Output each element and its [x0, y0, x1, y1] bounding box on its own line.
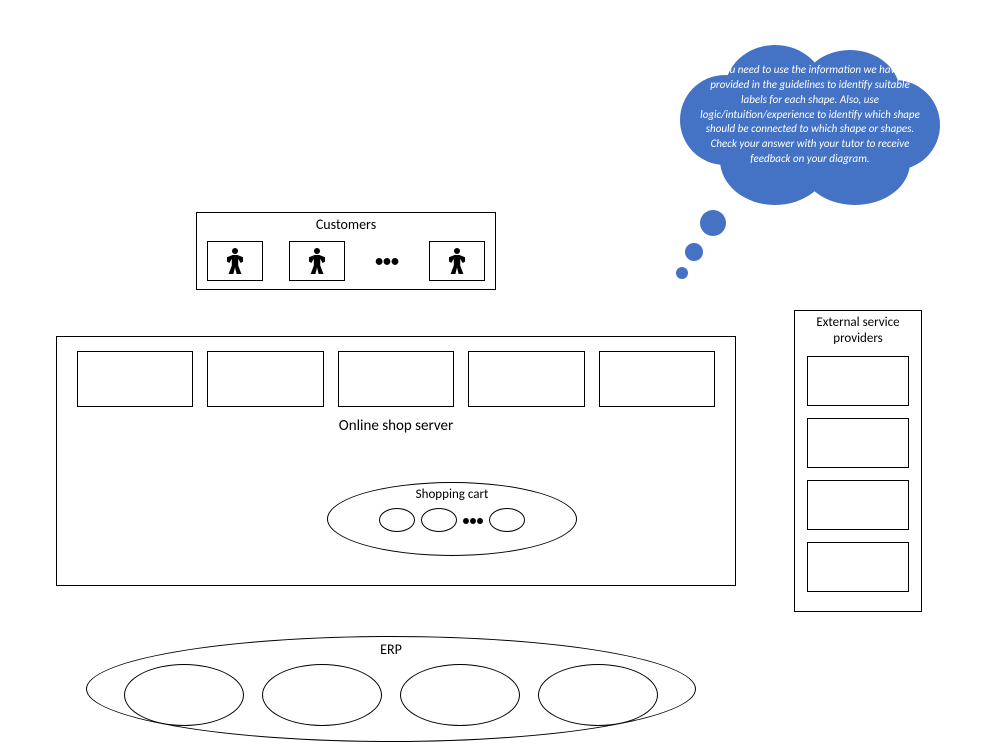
erp-title: ERP [87, 637, 695, 658]
server-panel: Online shop server Shopping cart ••• [56, 336, 736, 586]
customer-box [429, 241, 485, 281]
service-box [207, 351, 323, 407]
external-box [807, 542, 909, 592]
server-services-row [57, 337, 735, 415]
thought-text: You need to use the information we have … [700, 63, 920, 167]
person-icon [309, 248, 325, 274]
ellipsis: ••• [371, 252, 403, 271]
thought-bubble: You need to use the information we have … [680, 45, 940, 215]
erp-item [400, 664, 520, 726]
external-box [807, 418, 909, 468]
external-box [807, 356, 909, 406]
person-icon [227, 248, 243, 274]
customers-title: Customers [197, 213, 495, 236]
person-icon [449, 248, 465, 274]
customers-panel: Customers ••• [196, 212, 496, 290]
customers-row: ••• [197, 236, 495, 289]
erp-panel: ERP [86, 636, 696, 742]
thought-tail-bubble [685, 243, 703, 261]
erp-items-row [87, 658, 695, 726]
thought-tail-bubble [676, 267, 688, 279]
cart-item [489, 508, 525, 532]
cart-item [379, 508, 415, 532]
external-providers-title: External service providers [795, 311, 921, 350]
external-providers-panel: External service providers [794, 310, 922, 612]
cart-item [421, 508, 457, 532]
erp-item [538, 664, 658, 726]
service-box [338, 351, 454, 407]
customer-box [289, 241, 345, 281]
external-items-column [795, 350, 921, 604]
external-box [807, 480, 909, 530]
service-box [599, 351, 715, 407]
erp-item [124, 664, 244, 726]
erp-item [262, 664, 382, 726]
cart-items-row: ••• [328, 502, 576, 532]
service-box [468, 351, 584, 407]
server-title: Online shop server [57, 415, 735, 441]
service-box [77, 351, 193, 407]
shopping-cart-title: Shopping cart [328, 483, 576, 502]
shopping-cart-panel: Shopping cart ••• [327, 482, 577, 556]
customer-box [207, 241, 263, 281]
thought-tail-bubble [700, 210, 726, 236]
ellipsis: ••• [463, 512, 484, 529]
